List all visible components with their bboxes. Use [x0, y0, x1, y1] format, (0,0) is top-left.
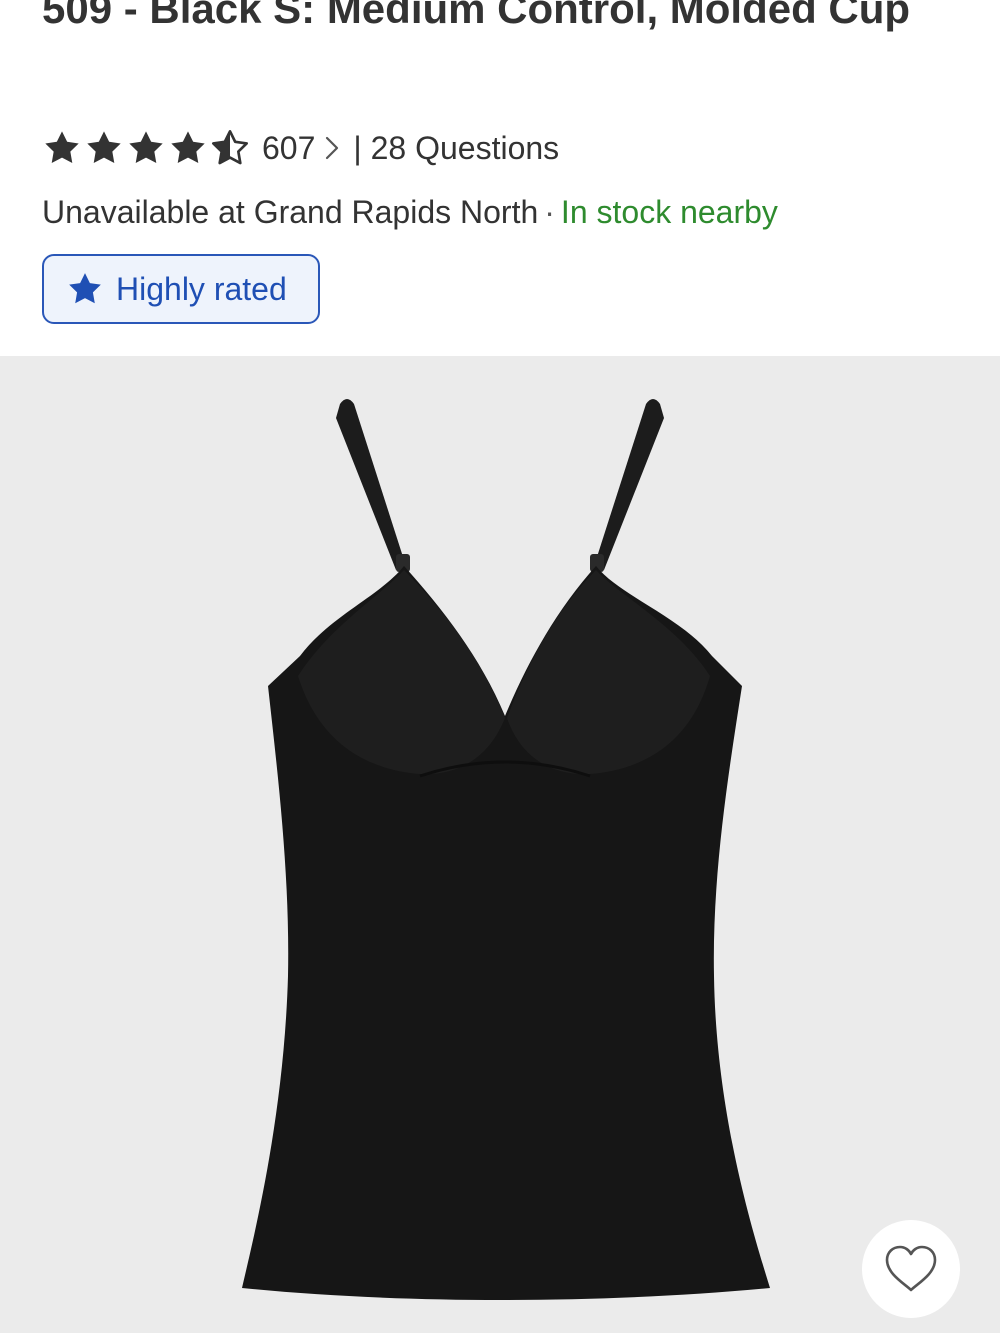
- highly-rated-badge: Highly rated: [42, 254, 320, 324]
- chevron-right-icon[interactable]: [325, 136, 339, 160]
- product-detail-page: 509 - Black S: Medium Control, Molded Cu…: [0, 0, 1000, 1333]
- star-half-icon: [212, 130, 249, 165]
- product-image[interactable]: [0, 356, 1000, 1333]
- badge-label: Highly rated: [116, 270, 287, 307]
- star-icon: [69, 273, 101, 304]
- star-full-icon: [171, 131, 205, 164]
- product-image-area[interactable]: [0, 356, 1000, 1333]
- star-rating: [42, 128, 252, 168]
- in-stock-nearby-link[interactable]: In stock nearby: [561, 194, 778, 230]
- star-full-icon: [129, 131, 163, 164]
- separator-dot: ·: [544, 194, 555, 230]
- star-full-icon: [87, 131, 121, 164]
- review-count[interactable]: 607: [262, 130, 315, 167]
- favorite-button[interactable]: [862, 1220, 960, 1318]
- store-availability: Unavailable at Grand Rapids North: [42, 194, 539, 230]
- product-title: 509 - Black S: Medium Control, Molded Cu…: [42, 0, 911, 32]
- heart-icon: [885, 1245, 937, 1292]
- rating-row[interactable]: 607 | 28 Questions: [42, 126, 559, 170]
- questions-link[interactable]: | 28 Questions: [353, 130, 559, 167]
- availability-info: Unavailable at Grand Rapids North · In sto…: [42, 190, 778, 234]
- star-full-icon: [45, 131, 79, 164]
